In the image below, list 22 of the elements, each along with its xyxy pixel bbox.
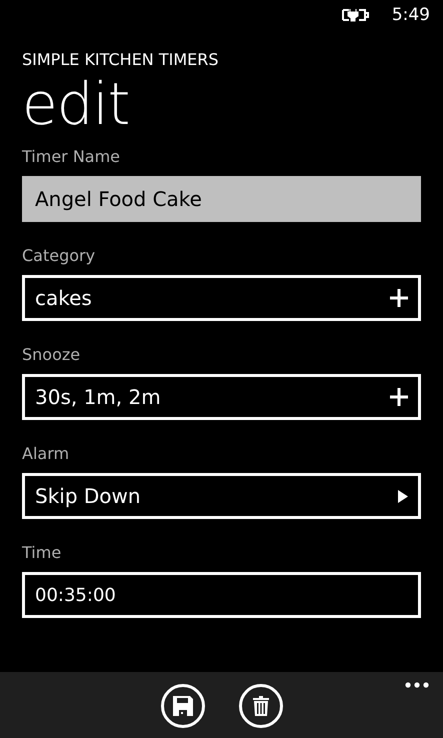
battery-charging-icon [342, 8, 370, 22]
field-label: Time [22, 543, 62, 563]
clock-time: 5:49 [392, 5, 430, 25]
field-label: Alarm [22, 444, 70, 464]
page-title: edit [22, 72, 130, 136]
more-icon [405, 682, 429, 688]
more-button[interactable] [405, 682, 429, 688]
picker-field[interactable]: 30s, 1m, 2m [22, 374, 421, 420]
arrow-icon [398, 490, 408, 502]
save-button[interactable] [160, 684, 204, 728]
app-title: SIMPLE KITCHEN TIMERS [22, 50, 220, 70]
field-label: Category [22, 246, 96, 266]
delete-button[interactable] [238, 684, 282, 728]
picker-field[interactable]: cakes [22, 275, 421, 321]
text-field[interactable]: Angel Food Cake [22, 176, 421, 222]
picker-field[interactable]: Skip Down [22, 473, 421, 519]
text-field[interactable]: 00:35:00 [22, 572, 421, 618]
plus-icon [390, 289, 408, 307]
plus-icon [390, 388, 408, 406]
trash-icon [252, 696, 268, 716]
field-label: Snooze [22, 345, 82, 365]
field-label: Timer Name [22, 147, 122, 167]
